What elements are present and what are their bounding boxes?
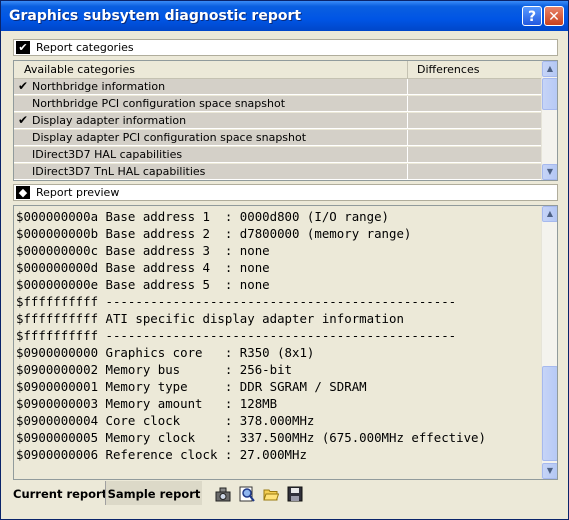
help-button[interactable]: ?	[522, 6, 542, 26]
scroll-up-icon[interactable]: ▲	[542, 61, 557, 77]
scroll-down-icon[interactable]: ▼	[542, 463, 557, 479]
tab-current-report[interactable]: Current report	[13, 481, 107, 505]
scroll-up-icon[interactable]: ▲	[542, 206, 557, 222]
check-icon: ✔	[18, 113, 29, 127]
report-line: $0900000003 Memory amount : 128MB	[16, 396, 278, 411]
column-available-categories[interactable]: Available categories	[24, 63, 135, 76]
report-preview-pane[interactable]: $000000000a Base address 1 : 0000d800 (I…	[13, 205, 558, 480]
report-line: $0900000006 Reference clock : 27.000MHz	[16, 447, 307, 462]
categories-header: Available categories Differences	[14, 61, 541, 79]
report-line: $000000000e Base address 5 : none	[16, 277, 270, 292]
tab-sample-report[interactable]: Sample report	[105, 481, 202, 505]
report-line: $0900000001 Memory type : DDR SGRAM / SD…	[16, 379, 367, 394]
report-line: $000000000a Base address 1 : 0000d800 (I…	[16, 209, 389, 224]
report-categories-label: Report categories	[36, 41, 134, 54]
scroll-thumb[interactable]	[542, 366, 557, 461]
difference-cell	[407, 147, 542, 162]
report-line: $000000000b Base address 2 : d7800000 (m…	[16, 226, 412, 241]
category-label: Display adapter information	[32, 114, 187, 127]
difference-cell	[407, 96, 542, 111]
report-line: $0900000004 Core clock : 378.000MHz	[16, 413, 315, 428]
category-label: IDirect3D7 HAL capabilities	[32, 148, 183, 161]
diagnostic-report-window: Graphics subsytem diagnostic report ? ✕ …	[0, 0, 569, 520]
report-line: $0900000000 Graphics core : R350 (8x1)	[16, 345, 315, 360]
preview-zoom-icon[interactable]	[239, 486, 255, 502]
check-icon: ✔	[18, 79, 29, 93]
category-row[interactable]: Display adapter PCI configuration space …	[14, 130, 541, 146]
save-disk-icon[interactable]	[287, 486, 303, 502]
report-line: $ffffffffff ----------------------------…	[16, 328, 457, 343]
window-title: Graphics subsytem diagnostic report	[9, 8, 302, 24]
report-preview-label: Report preview	[36, 186, 120, 199]
difference-cell	[407, 113, 542, 128]
difference-cell	[407, 164, 542, 179]
report-line: $ffffffffff ATI specific display adapter…	[16, 311, 404, 326]
difference-cell	[407, 130, 542, 145]
preview-scrollbar[interactable]: ▲ ▼	[541, 206, 557, 479]
close-button[interactable]: ✕	[544, 6, 564, 26]
category-label: IDirect3D7 TnL HAL capabilities	[32, 165, 206, 178]
report-line: $000000000c Base address 3 : none	[16, 243, 270, 258]
category-row[interactable]: Northbridge PCI configuration space snap…	[14, 96, 541, 112]
column-differences[interactable]: Differences	[417, 63, 479, 76]
category-row[interactable]: ✔ Display adapter information	[14, 113, 541, 129]
scroll-down-icon[interactable]: ▼	[542, 164, 557, 180]
category-label: Display adapter PCI configuration space …	[32, 131, 307, 144]
category-label: Northbridge PCI configuration space snap…	[32, 97, 286, 110]
report-line: $0900000002 Memory bus : 256-bit	[16, 362, 293, 377]
report-line: $0900000005 Memory clock : 337.500MHz (6…	[16, 430, 486, 445]
category-row[interactable]: ✔ Northbridge information	[14, 79, 541, 95]
categories-list: Available categories Differences ✔ North…	[13, 60, 558, 181]
report-line: $ffffffffff ----------------------------…	[16, 294, 457, 309]
report-line: $000000000d Base address 4 : none	[16, 260, 270, 275]
category-row[interactable]: IDirect3D7 HAL capabilities	[14, 147, 541, 163]
difference-cell	[407, 79, 542, 94]
scroll-thumb[interactable]	[542, 78, 557, 110]
category-label: Northbridge information	[32, 80, 166, 93]
categories-scrollbar[interactable]: ▲ ▼	[541, 61, 557, 180]
category-row[interactable]: IDirect3D7 TnL HAL capabilities	[14, 164, 541, 180]
open-folder-icon[interactable]	[263, 486, 279, 502]
report-tabs: Current report Sample report	[13, 481, 558, 505]
report-categories-bar: ✔ Report categories	[13, 39, 558, 56]
report-preview-bar: ◆ Report preview	[13, 184, 558, 201]
column-separator	[407, 61, 408, 78]
diamond-icon[interactable]: ◆	[16, 186, 30, 199]
title-bar[interactable]: Graphics subsytem diagnostic report ? ✕	[1, 1, 568, 31]
checkmark-icon[interactable]: ✔	[16, 41, 30, 54]
camera-icon[interactable]	[215, 486, 231, 502]
